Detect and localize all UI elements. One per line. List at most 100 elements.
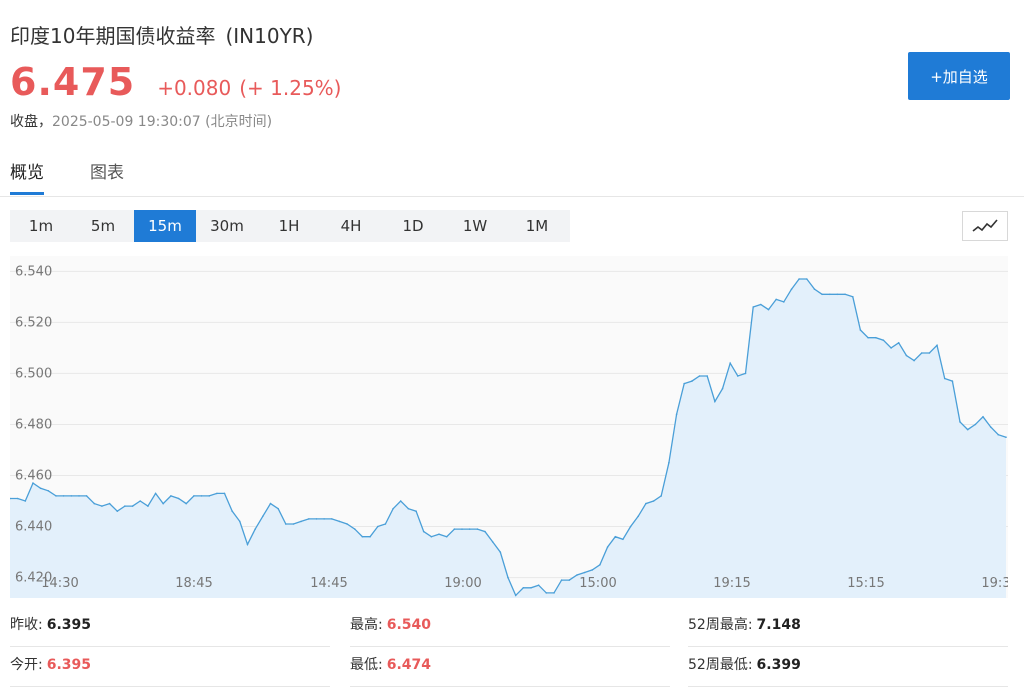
stat-value: 6.474 [386, 657, 432, 673]
y-tick-label: 6.460 [15, 468, 52, 483]
data-point [905, 354, 908, 357]
stat-prev-close: 昨收: 6.395 [10, 606, 330, 647]
data-point [384, 523, 387, 525]
interval-selector: 1m 5m 15m 30m 1H 4H 1D 1W 1M [10, 210, 570, 242]
price-row: 6.475 +0.080 (+ 1.25%) [10, 60, 341, 104]
price-change-percent: (+ 1.25%) [239, 76, 342, 100]
status-timezone: (北京时间) [205, 114, 273, 130]
interval-1d[interactable]: 1D [382, 210, 444, 242]
stat-high: 最高: 6.540 [350, 606, 670, 647]
data-point [637, 515, 639, 518]
data-point [675, 413, 678, 415]
data-point [147, 505, 149, 507]
data-point [553, 592, 555, 594]
stat-52w-low: 52周最低: 6.399 [688, 646, 1008, 687]
data-point [468, 528, 471, 530]
data-point [714, 400, 716, 403]
data-point [507, 576, 509, 579]
data-point [70, 495, 73, 497]
interval-5m[interactable]: 5m [72, 210, 134, 242]
data-point [101, 505, 103, 507]
data-point [438, 533, 440, 535]
instrument-name: 印度10年期国债收益率 [10, 24, 216, 48]
data-point [369, 535, 371, 538]
data-point [867, 336, 869, 339]
y-tick-label: 6.520 [15, 315, 52, 330]
data-point [859, 329, 862, 331]
data-point [829, 293, 831, 296]
data-point [407, 507, 410, 510]
page-title: 印度10年期国债收益率 (IN10YR) [10, 20, 313, 49]
stat-value: 7.148 [756, 617, 801, 633]
x-tick-label: 14:45 [310, 576, 347, 591]
chart-type-button[interactable] [962, 211, 1008, 241]
stat-low: 最低: 6.474 [350, 646, 670, 687]
data-point [476, 528, 479, 530]
interval-1h[interactable]: 1H [258, 210, 320, 242]
x-tick-label: 15:00 [579, 576, 616, 591]
data-point [200, 495, 203, 497]
interval-1w[interactable]: 1W [444, 210, 506, 242]
data-point [982, 416, 984, 418]
data-point [338, 520, 341, 523]
y-tick-label: 6.540 [15, 264, 52, 279]
stat-label: 昨收: [10, 617, 43, 633]
data-point [422, 530, 425, 533]
tab-overview[interactable]: 概览 [10, 158, 44, 195]
stat-value: 6.540 [386, 617, 432, 633]
x-tick-label: 15:15 [847, 576, 884, 591]
interval-1m[interactable]: 1m [10, 210, 72, 242]
data-point [262, 515, 264, 518]
data-point [377, 525, 379, 528]
data-point [614, 535, 617, 538]
interval-30m[interactable]: 30m [196, 210, 258, 242]
data-point [920, 352, 923, 354]
data-point [16, 497, 19, 500]
data-point [399, 500, 402, 502]
data-point [292, 523, 295, 525]
stat-label: 最低: [350, 657, 383, 673]
data-point [652, 500, 655, 502]
price-chart[interactable]: 6.540 6.520 6.500 6.480 6.460 6.440 6.420 14:3… [10, 256, 1008, 598]
x-tick-label: 19:00 [444, 576, 481, 591]
data-point [139, 500, 141, 502]
data-point [154, 492, 157, 495]
data-point [277, 507, 280, 510]
data-point [591, 569, 594, 571]
interval-15m[interactable]: 15m [134, 210, 196, 242]
stat-value: 6.399 [756, 657, 801, 673]
status-label: 收盘， [10, 114, 52, 130]
tab-chart[interactable]: 图表 [90, 158, 124, 195]
data-point [415, 510, 417, 512]
data-point [606, 546, 609, 548]
data-point [645, 502, 647, 505]
data-point [583, 571, 586, 574]
data-point [323, 518, 325, 520]
data-point [875, 336, 877, 339]
data-point [806, 278, 808, 280]
data-point [989, 426, 992, 428]
data-point [162, 502, 164, 505]
data-point [300, 520, 302, 523]
data-point [85, 495, 88, 497]
data-point [308, 518, 310, 520]
data-point [499, 551, 502, 553]
data-point [24, 500, 27, 502]
data-point [254, 528, 256, 530]
data-point [1005, 436, 1007, 438]
data-point [629, 525, 632, 528]
tabs-divider [0, 196, 1024, 197]
interval-4h[interactable]: 4H [320, 210, 382, 242]
data-point [599, 564, 601, 566]
data-point [576, 574, 578, 576]
data-point [223, 492, 226, 495]
data-point [798, 278, 800, 280]
data-point [170, 495, 172, 497]
y-tick-label: 6.480 [15, 417, 52, 432]
x-tick-label: 18:45 [175, 576, 212, 591]
add-watchlist-button[interactable]: +加自选 [908, 52, 1010, 100]
data-point [997, 433, 1000, 436]
interval-1mo[interactable]: 1M [506, 210, 568, 242]
data-point [744, 372, 747, 375]
x-tick-label: 19:15 [713, 576, 750, 591]
